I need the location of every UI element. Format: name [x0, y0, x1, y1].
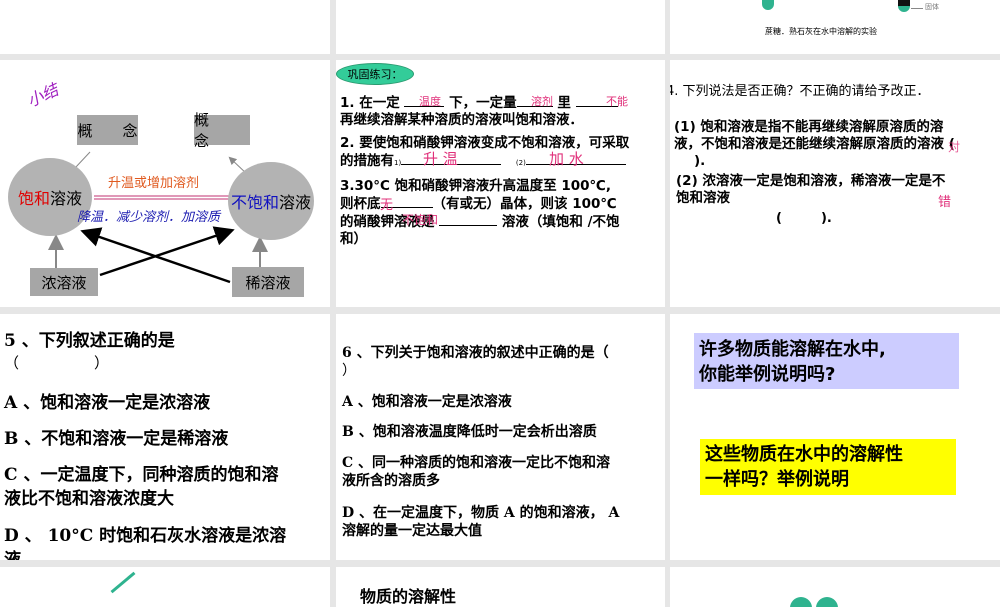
solid-label: 固体 [925, 3, 939, 11]
slide-thumbnail-q5[interactable]: 5 、下列叙述正确的是 （ ） A 、饱和溶液一定是浓溶液 B 、不饱和溶液一定… [0, 314, 330, 560]
slide-thumbnail-practice[interactable]: 巩固练习： 1. 在一定 下，一定量 里 再继续溶解某种溶质的溶液叫饱和溶液． … [336, 60, 665, 307]
q3-text-d: 和） [340, 231, 367, 247]
unsaturated-black-text: 溶液 [279, 193, 312, 212]
unsaturated-solution-node: 不饱和 溶液 [228, 162, 314, 240]
question-1: 1. 在一定 下，一定量 里 再继续溶解某种溶质的溶液叫饱和溶液． [340, 94, 618, 129]
q2-text-a: 2. 要使饱和硝酸钾溶液变成不饱和溶液，可采取 [340, 135, 630, 151]
slide-thumbnail-q4[interactable]: 4. 下列说法是否正确？不正确的请给予改正． (1) 饱和溶液是指不能再继续溶解… [670, 60, 1000, 307]
glass-rod-icon [110, 571, 136, 594]
q5-option-c1: C 、一定温度下，同种溶质的饱和溶 [4, 465, 279, 485]
slide-thumbnail-q6[interactable]: 6 、下列关于饱和溶液的叙述中正确的是（ ） A 、饱和溶液一定是浓溶液 B 、… [336, 314, 665, 560]
box2-line-2: 一样吗？举例说明 [705, 469, 849, 490]
q5-option-d1: D 、 10°C 时饱和石灰水溶液是浓溶 [4, 526, 287, 546]
box1-line-1: 许多物质能溶解在水中, [699, 339, 886, 360]
test-tube-icon [898, 0, 910, 12]
q5-title: 5 、下列叙述正确的是 [4, 331, 175, 351]
slide-thumbnail-3[interactable]: 固体 蔗糖．熟石灰在水中溶解的实验 [670, 0, 1000, 54]
q2-num-1: 1) [394, 159, 402, 167]
q2-answer-2: 加 水 [549, 150, 584, 168]
saturated-red-text: 饱和 [17, 189, 50, 208]
q5-option-c2: 液比不饱和溶液浓度大 [4, 489, 174, 509]
question-3: 3.30°C 饱和硝酸钾溶液升高温度至 100℃, 则杯底 （有或无）晶体，则该 … [340, 178, 620, 248]
q6-option-c1: C 、同一种溶质的饱和溶液一定比不饱和溶 [342, 455, 611, 471]
q6-option-a: A 、饱和溶液一定是浓溶液 [342, 394, 512, 410]
q4-p1-c: ). [694, 153, 706, 169]
q2-answer-1: 升 温 [423, 150, 458, 168]
concentrated-solution-box: 浓溶液 [30, 268, 98, 296]
q6-option-d2: 溶解的量一定达最大值 [342, 523, 482, 539]
q5-option-a: A 、饱和溶液一定是浓溶液 [4, 393, 211, 413]
test-tube-icon [762, 0, 774, 10]
q1-answer-1: 温度 [419, 95, 441, 108]
q1-text-c: 里 [557, 95, 571, 111]
slide-thumbnail-summary[interactable]: 小结 概 念 概 念 饱和 溶液 不饱和 溶液 升温或增加溶剂 降温．减少溶剂．加溶… [0, 60, 330, 307]
q4-p2-answer: 错 [938, 195, 952, 210]
q4-p1-b: 液，不饱和溶液是还能继续溶解原溶质的溶液 ( [674, 136, 955, 152]
slide-thumbnail-1[interactable] [0, 0, 330, 54]
q4-part-1: (1) 饱和溶液是指不能再继续溶解原溶质的溶 液，不饱和溶液是还能继续溶解原溶质… [674, 119, 955, 170]
q5-paren: （ ） [4, 354, 110, 372]
arrow-top-label: 升温或增加溶剂 [108, 176, 200, 191]
box1-line-2: 你能举例说明吗? [699, 364, 836, 385]
q4-part-2: (2) 浓溶液一定是饱和溶液，稀溶液一定是不 饱和溶液 [676, 173, 945, 207]
practice-badge: 巩固练习： [336, 63, 414, 85]
q4-p2-a: (2) 浓溶液一定是饱和溶液，稀溶液一定是不 [676, 173, 946, 189]
q5-option-d2: 液 [4, 550, 21, 560]
q1-answer-3: 不能 [606, 95, 628, 108]
q6-option-d1: D 、在一定温度下，物质 A 的饱和溶液， A [342, 505, 620, 521]
unsaturated-blue-text: 不饱和 [230, 193, 279, 212]
q6-title-1: 6 、下列关于饱和溶液的叙述中正确的是（ [342, 345, 609, 361]
q6-title-2: ） [342, 363, 356, 379]
q2-num-2: (2) [515, 159, 526, 167]
slide-thumbnail-bottom-mid[interactable]: 物质的溶解性 [336, 567, 665, 607]
slide-thumbnail-bottom-left[interactable] [0, 567, 330, 607]
q3-text-b2: （有或无）晶体，则该 100℃ [432, 196, 617, 212]
q1-answer-2: 溶剂 [531, 95, 553, 108]
q4-p2-paren: ( ). [776, 211, 832, 226]
q1-text-a: 1. 在一定 [340, 95, 400, 111]
slide-thumbnail-bottom-right[interactable] [670, 567, 1000, 607]
slide-thumbnail-questions[interactable]: 许多物质能溶解在水中, 你能举例说明吗? 这些物质在水中的溶解性 一样吗？举例说… [670, 314, 1000, 560]
q4-p2-b: 饱和溶液 [676, 190, 730, 206]
flask-icon [816, 597, 838, 607]
q5-option-b: B 、不饱和溶液一定是稀溶液 [4, 429, 229, 449]
q6-option-c2: 液所含的溶质多 [342, 473, 440, 489]
question-2: 2. 要使饱和硝酸钾溶液变成不饱和溶液，可采取 的措施有1) (2) [340, 135, 629, 172]
question-box-lavender: 许多物质能溶解在水中, 你能举例说明吗? [694, 333, 959, 389]
q6-option-b: B 、饱和溶液温度降低时一定会析出溶质 [342, 424, 597, 440]
q4-p1-a: (1) 饱和溶液是指不能再继续溶解原溶质的溶 [674, 119, 944, 135]
dilute-solution-box: 稀溶液 [232, 267, 304, 297]
q3-text-c2: 溶液（填饱和 /不饱 [501, 214, 620, 230]
q4-title: 4. 下列说法是否正确？不正确的请给予改正． [670, 84, 930, 99]
q3-answer-2: 不饱和 [402, 213, 439, 227]
arrow-bottom-label: 降温．减少溶剂．加溶质 [77, 210, 221, 225]
flask-icon [790, 597, 812, 607]
q3-text-a: 3.30°C 饱和硝酸钾溶液升高温度至 100℃, [340, 178, 612, 194]
experiment-caption: 蔗糖．熟石灰在水中溶解的实验 [765, 27, 877, 36]
box2-line-1: 这些物质在水中的溶解性 [705, 444, 903, 465]
q4-p1-answer: 对 [948, 140, 961, 154]
q2-text-b: 的措施有 [340, 153, 394, 169]
q1-text-b: 下，一定量 [449, 95, 517, 111]
question-box-yellow: 这些物质在水中的溶解性 一样吗？举例说明 [700, 439, 956, 495]
q1-text-d: 再继续溶解某种溶质的溶液叫饱和溶液． [340, 112, 583, 128]
label-line [911, 8, 923, 9]
solubility-title: 物质的溶解性 [360, 587, 457, 606]
q3-text-b1: 则杯底 [340, 196, 381, 212]
q3-answer-1: 无 [380, 198, 394, 213]
slide-thumbnail-2[interactable] [336, 0, 665, 54]
